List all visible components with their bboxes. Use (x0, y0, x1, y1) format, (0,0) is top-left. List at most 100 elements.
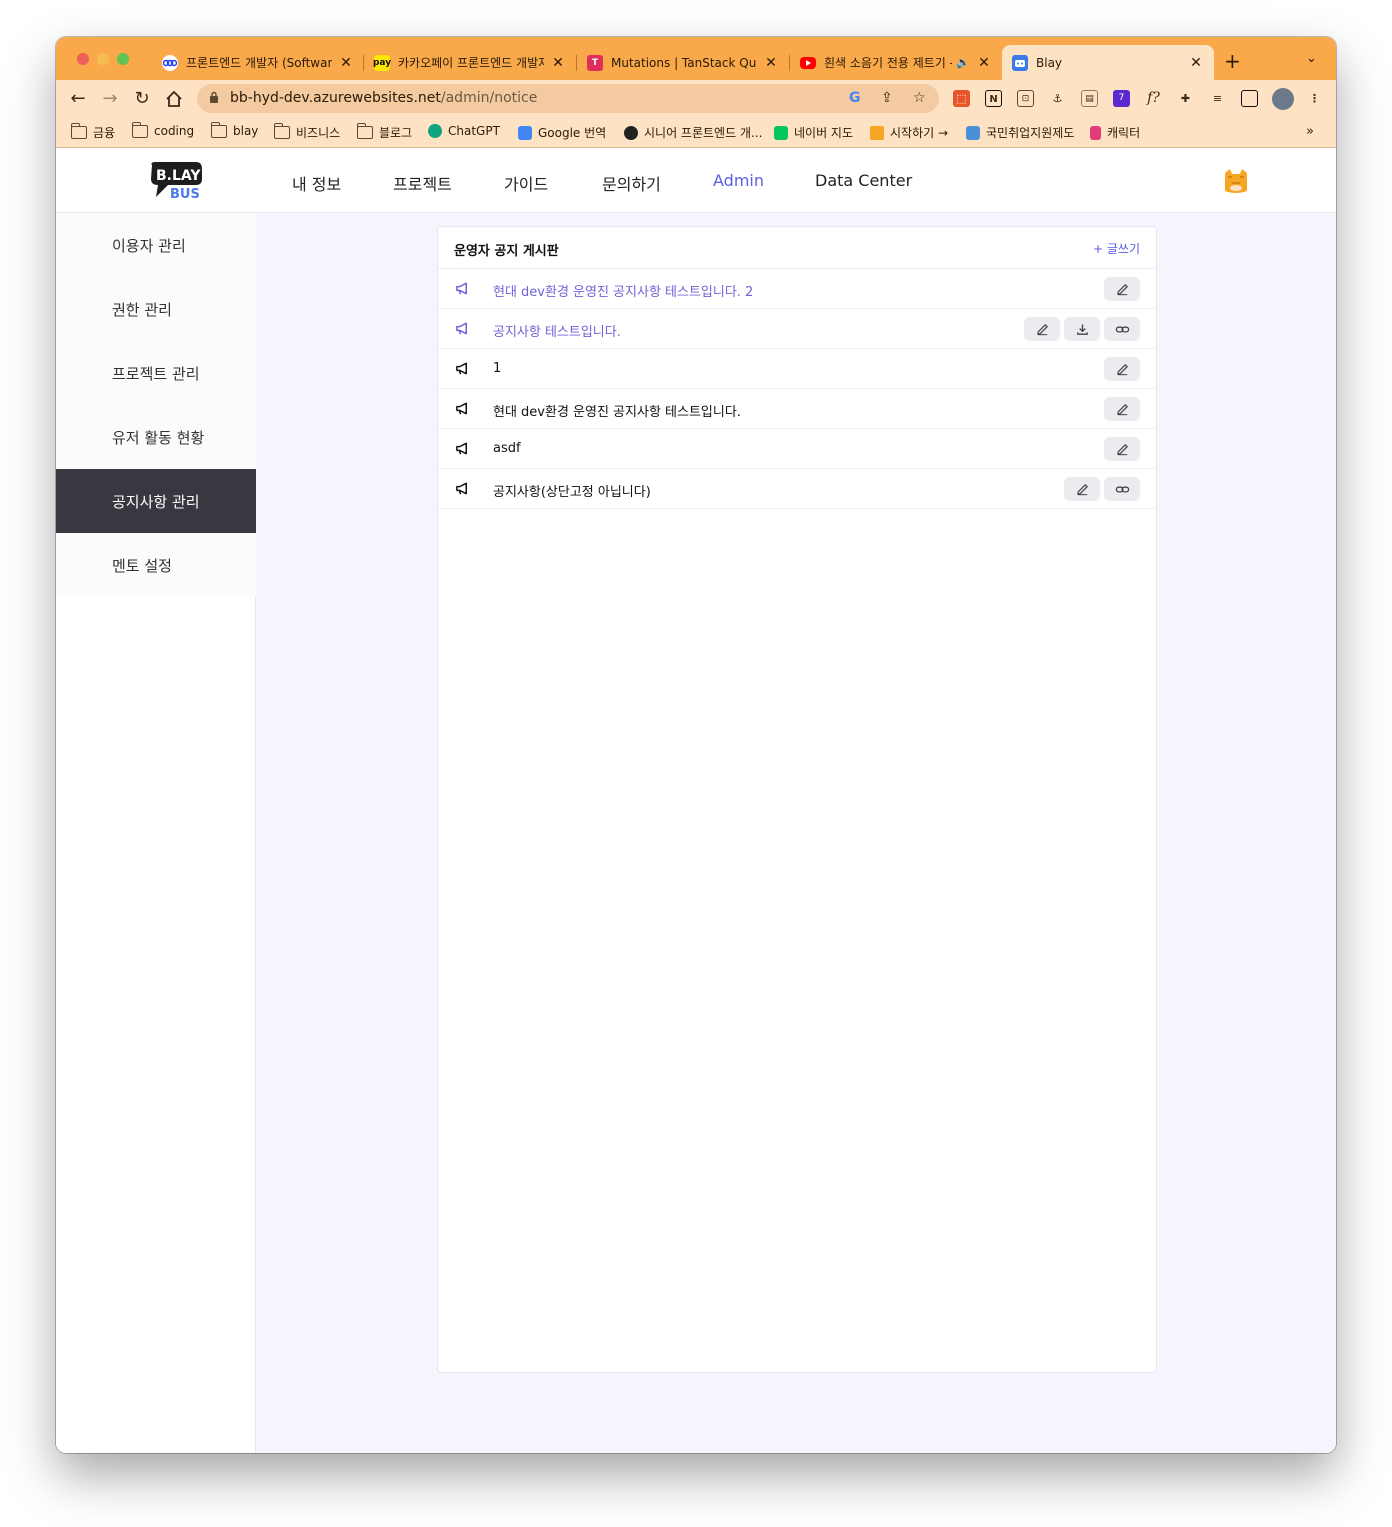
minimize-window-button[interactable] (97, 53, 109, 65)
side-panel-icon[interactable] (1241, 90, 1258, 107)
megaphone-icon (455, 441, 470, 456)
edit-button[interactable] (1064, 477, 1100, 501)
sidebar-item-user-activity[interactable]: 유저 활동 현황 (56, 405, 256, 469)
sidebar-item-users[interactable]: 이용자 관리 (56, 213, 256, 277)
bookmark-folder[interactable]: blay (210, 121, 258, 138)
close-tab-icon[interactable]: ✕ (338, 55, 354, 71)
sidebar-item-mentor-settings[interactable]: 멘토 설정 (56, 533, 256, 597)
extension-icon[interactable]: ▤ (1081, 90, 1098, 107)
close-tab-icon[interactable]: ✕ (1188, 55, 1204, 71)
nav-my-info[interactable]: 내 정보 (292, 171, 341, 195)
nav-guide[interactable]: 가이드 (504, 171, 548, 195)
extension-icon[interactable]: ⬚ (953, 90, 970, 107)
speaker-icon[interactable]: 🔈 (956, 56, 970, 69)
user-avatar-icon[interactable] (1222, 167, 1250, 195)
browser-tab[interactable]: pay 카카오페이 프론트엔드 개발자 ✕ (364, 45, 576, 80)
menu-kebab-icon[interactable]: ⋮ (1306, 90, 1323, 107)
bookmark-folder[interactable]: coding (131, 121, 194, 138)
blay-icon (1012, 54, 1028, 71)
reload-button[interactable]: ↻ (130, 87, 154, 111)
browser-tab[interactable]: 흰색 소음기 전용 제트기 - 🔈 ✕ (790, 45, 1002, 80)
kakaopay-icon: pay (373, 54, 391, 71)
notice-row[interactable]: 공지사항(상단고정 아닙니다) (438, 469, 1156, 509)
extension-icon[interactable]: 7 (1113, 90, 1130, 107)
notice-title[interactable]: 현대 dev환경 운영진 공지사항 테스트입니다. (493, 401, 741, 420)
top-navigation: B.LAY BUS 내 정보 프로젝트 가이드 문의하기 Admin Data … (56, 149, 1336, 213)
logo-text: B.LAY (156, 168, 201, 184)
bookmark-chatgpt[interactable]: ChatGPT (428, 124, 500, 138)
sidebar-item-notices[interactable]: 공지사항 관리 (56, 469, 256, 533)
close-tab-icon[interactable]: ✕ (550, 55, 566, 71)
notice-title[interactable]: 공지사항 테스트입니다. (493, 321, 621, 340)
notice-row[interactable]: 현대 dev환경 운영진 공지사항 테스트입니다. (438, 389, 1156, 429)
more-bookmarks-icon[interactable]: » (1306, 124, 1314, 139)
reading-list-icon[interactable]: ≡ (1209, 90, 1226, 107)
profile-avatar[interactable] (1272, 88, 1294, 110)
edit-button[interactable] (1104, 357, 1140, 381)
extensions-puzzle-icon[interactable]: ✚ (1177, 90, 1194, 107)
bookmark-site[interactable]: 국민취업지원제도 (966, 124, 1074, 141)
write-button[interactable]: + 글쓰기 (1093, 240, 1140, 257)
browser-tab-active[interactable]: Blay ✕ (1002, 45, 1214, 80)
notice-list: 현대 dev환경 운영진 공지사항 테스트입니다. 2 공지사항 테스트입니다. 1… (438, 269, 1156, 509)
bookmark-site[interactable]: 시니어 프론트엔드 개... (624, 124, 762, 141)
edit-button[interactable] (1104, 277, 1140, 301)
notice-row[interactable]: 현대 dev환경 운영진 공지사항 테스트입니다. 2 (438, 269, 1156, 309)
nav-admin[interactable]: Admin (713, 171, 764, 190)
notice-title[interactable]: 공지사항(상단고정 아닙니다) (493, 481, 651, 500)
extension-icon[interactable]: ⊡ (1017, 90, 1034, 107)
extension-icon[interactable]: ⚓ (1049, 90, 1066, 107)
logo-subtext: BUS (170, 187, 200, 201)
notice-row[interactable]: 공지사항 테스트입니다. (438, 309, 1156, 349)
sidebar-item-permissions[interactable]: 권한 관리 (56, 277, 256, 341)
notice-row[interactable]: asdf (438, 429, 1156, 469)
nav-projects[interactable]: 프로젝트 (393, 171, 452, 195)
bookmark-figma[interactable]: 캐릭터 (1090, 124, 1140, 141)
share-icon[interactable]: ⇪ (881, 90, 893, 106)
edit-button[interactable] (1104, 437, 1140, 461)
home-button[interactable] (162, 87, 186, 111)
edit-button[interactable] (1104, 397, 1140, 421)
bookmark-label: 시니어 프론트엔드 개... (644, 126, 763, 140)
google-translate-icon (518, 125, 532, 140)
bookmark-star-icon[interactable]: ☆ (913, 90, 926, 106)
bookmark-naver-map[interactable]: 네이버 지도 (774, 124, 853, 141)
edit-button[interactable] (1024, 317, 1060, 341)
link-button[interactable] (1104, 317, 1140, 341)
close-tab-icon[interactable]: ✕ (976, 55, 992, 71)
notice-title[interactable]: 현대 dev환경 운영진 공지사항 테스트입니다. 2 (493, 281, 753, 300)
blay-logo[interactable]: B.LAY BUS (148, 161, 204, 202)
site-icon (966, 125, 980, 140)
link-button[interactable] (1104, 477, 1140, 501)
nav-data-center[interactable]: Data Center (815, 171, 912, 190)
new-tab-button[interactable]: + (1224, 49, 1241, 73)
browser-tab[interactable]: 프론트엔드 개발자 (Software ✕ (152, 45, 364, 80)
back-button[interactable]: ← (66, 87, 90, 111)
youtube-icon (800, 56, 816, 69)
close-tab-icon[interactable]: ✕ (763, 55, 779, 71)
notice-row[interactable]: 1 (438, 349, 1156, 389)
forward-button[interactable]: → (98, 87, 122, 111)
bookmarks-bar: 금융 coding blay 비즈니스 블로그 ChatGPT Google 번… (56, 118, 1336, 148)
pencil-icon (1115, 362, 1130, 377)
browser-tab[interactable]: T Mutations | TanStack Quer ✕ (577, 45, 789, 80)
bookmark-site[interactable]: 시작하기 → (870, 124, 948, 141)
maximize-window-button[interactable] (117, 53, 129, 65)
notion-icon[interactable]: N (985, 90, 1002, 107)
close-window-button[interactable] (77, 53, 89, 65)
notice-title[interactable]: asdf (493, 441, 521, 456)
bookmark-folder[interactable]: 비즈니스 (273, 123, 340, 141)
download-icon (1075, 322, 1090, 337)
formula-icon[interactable]: f? (1145, 90, 1162, 107)
download-button[interactable] (1064, 317, 1100, 341)
notice-title[interactable]: 1 (493, 361, 501, 376)
nav-inquiry[interactable]: 문의하기 (602, 171, 661, 195)
tab-search-icon[interactable]: ⌄ (1306, 51, 1317, 66)
lock-icon (210, 91, 218, 103)
bookmark-folder[interactable]: 금융 (70, 123, 115, 141)
address-bar[interactable]: bb-hyd-dev.azurewebsites.net/admin/notic… (197, 84, 939, 113)
sidebar-item-projects[interactable]: 프로젝트 관리 (56, 341, 256, 405)
google-icon[interactable]: G (849, 90, 861, 106)
bookmark-folder[interactable]: 블로그 (356, 123, 412, 141)
bookmark-google-translate[interactable]: Google 번역 (518, 124, 606, 141)
